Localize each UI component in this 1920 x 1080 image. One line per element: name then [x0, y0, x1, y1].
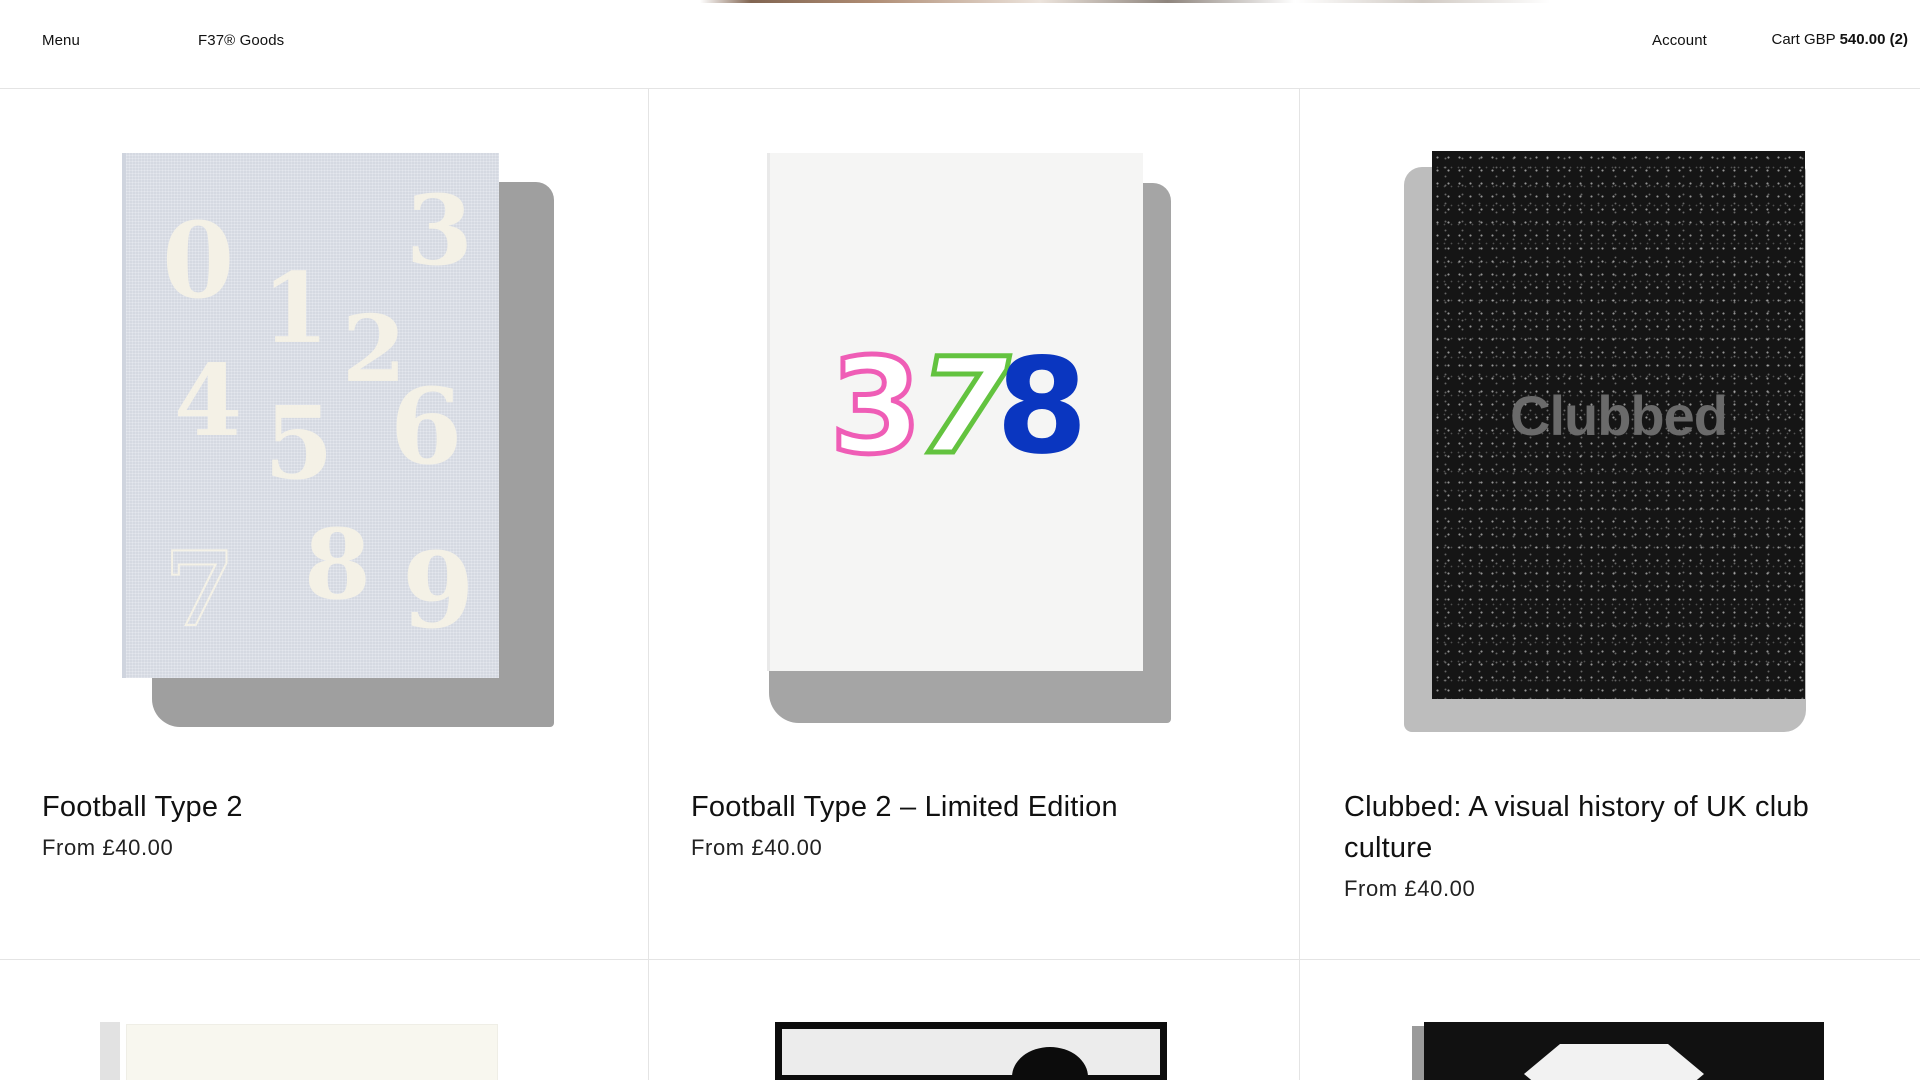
product-title[interactable]: Clubbed: A visual history of UK club cul…: [1344, 787, 1904, 869]
product-price: From £40.00: [42, 835, 174, 860]
menu-button[interactable]: Menu: [42, 32, 80, 49]
book-cover: [1424, 1022, 1824, 1080]
cart-link[interactable]: Cart GBP 540.00 (2): [1772, 31, 1909, 48]
cover-number: 8: [304, 508, 371, 621]
book-cover: [126, 1024, 498, 1080]
cover-number: 1: [262, 252, 329, 365]
cart-count: (2): [1889, 31, 1908, 48]
product-card[interactable]: [0, 960, 648, 1080]
cover-number: 0: [162, 199, 235, 322]
cover-number: 7: [163, 530, 236, 650]
book-cover-football-type-2: 0 1 2 3 4 5 6 7 8 9: [122, 153, 499, 678]
product-title[interactable]: Football Type 2: [42, 787, 622, 828]
product-card[interactable]: [1300, 960, 1920, 1080]
cover-digit: 8: [996, 330, 1088, 484]
product-card-football-type-2-limited[interactable]: 3 7 8 Football Type 2 – Limited Edition …: [649, 89, 1299, 959]
book-shadow: [100, 1022, 120, 1080]
cover-title: Clubbed: [1510, 384, 1728, 447]
hero-image-strip: [700, 0, 1550, 3]
product-card-football-type-2[interactable]: 0 1 2 3 4 5 6 7 8 9 Football Type 2 From…: [0, 89, 648, 959]
product-price: From £40.00: [1344, 876, 1476, 901]
account-link[interactable]: Account: [1652, 32, 1707, 49]
cover-digit: 3: [828, 330, 925, 484]
book-cover: [775, 1022, 1167, 1080]
book-cover-football-type-2-limited: 3 7 8: [767, 153, 1143, 671]
cover-number: 3: [406, 174, 473, 287]
product-card-clubbed[interactable]: Clubbed Clubbed: A visual history of UK …: [1300, 89, 1920, 959]
cover-number: 6: [390, 365, 463, 488]
cover-number: 9: [402, 529, 475, 652]
product-title[interactable]: Football Type 2 – Limited Edition: [691, 787, 1271, 828]
book-cover-clubbed: Clubbed: [1432, 151, 1805, 699]
cover-graphic: [1012, 1047, 1088, 1080]
product-price: From £40.00: [691, 835, 823, 860]
cart-prefix: Cart GBP: [1771, 31, 1836, 48]
site-header: Menu F37® Goods Account Cart GBP 540.00 …: [0, 0, 1920, 89]
product-card[interactable]: [649, 960, 1299, 1080]
cart-total: 540.00: [1839, 31, 1886, 48]
cover-number: 5: [264, 384, 334, 502]
brand-link[interactable]: F37® Goods: [198, 32, 284, 49]
cover-number: 4: [174, 344, 243, 459]
cover-graphic: [1524, 1044, 1704, 1080]
